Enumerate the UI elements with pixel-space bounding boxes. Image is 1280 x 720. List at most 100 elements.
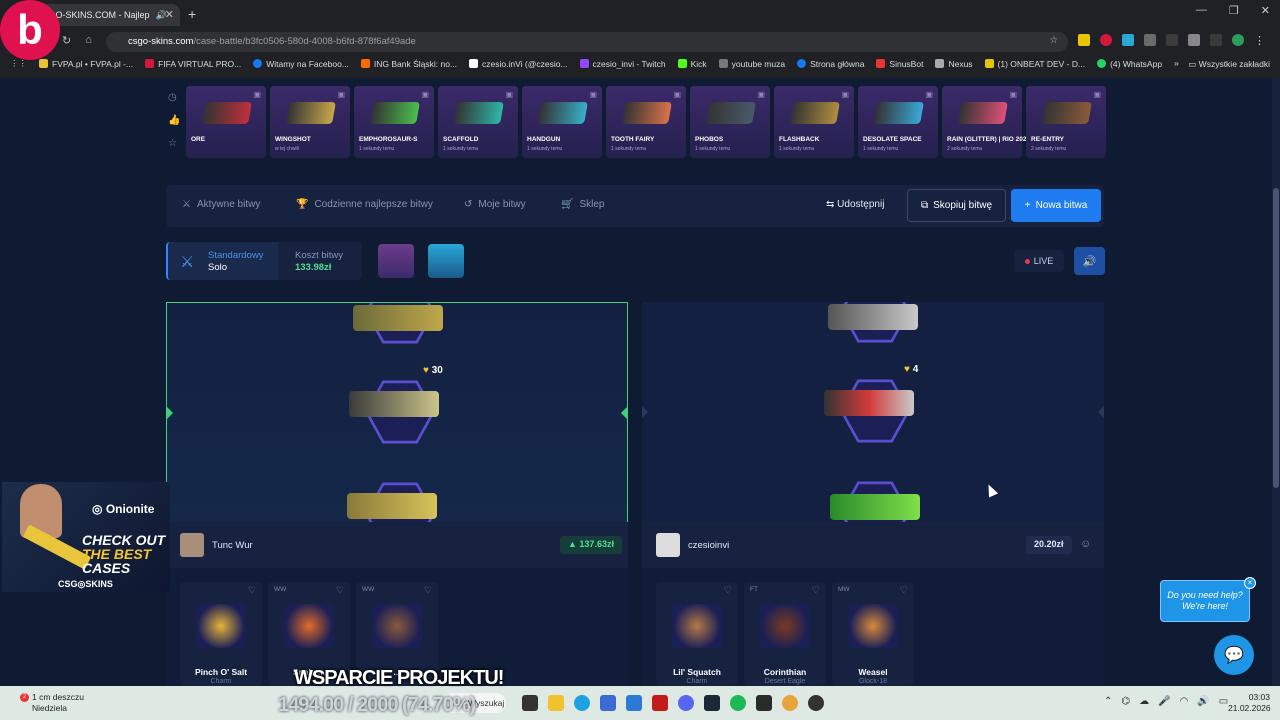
extension-icon[interactable] — [1122, 34, 1134, 46]
player-name[interactable]: czesioinvi — [688, 540, 729, 551]
favorite-icon[interactable]: ♡ — [812, 585, 820, 596]
feed-item[interactable]: ▣ RAIN (GLITTER) | RIO 2022 2 sekundy temu — [942, 86, 1030, 158]
won-item-card[interactable]: ♡ Lil' Squatch Charm — [656, 582, 738, 686]
network-icon[interactable]: ⌬ — [1121, 696, 1130, 707]
feed-item[interactable]: ▣ EMPHOROSAUR-S 1 sekundy temu — [354, 86, 434, 158]
extension-icon[interactable] — [1078, 34, 1090, 46]
star-icon[interactable]: ☆ — [168, 138, 180, 149]
feed-item[interactable]: ▣ WINGSHOT w tej chwili — [270, 86, 350, 158]
feed-item[interactable]: ▣ ORE — [186, 86, 266, 158]
close-icon[interactable]: × — [1244, 577, 1256, 589]
close-tab-icon[interactable]: ✕ — [165, 8, 174, 21]
new-tab-button[interactable]: + — [188, 6, 196, 22]
won-item-card[interactable]: MW ♡ Weasel Glock-18 — [832, 582, 914, 686]
sidebar-icon[interactable] — [1210, 34, 1222, 46]
bookmark[interactable]: ING Bank Śląski: no... — [360, 58, 457, 69]
bookmark[interactable]: (1) ONBEAT DEV - D... — [984, 58, 1085, 69]
chat-icon[interactable]: 💬 — [1214, 635, 1254, 675]
close-window-icon[interactable]: ✕ — [1261, 4, 1270, 17]
nav-shop[interactable]: 🛒 Sklep — [561, 199, 604, 210]
extension-icon[interactable] — [1144, 34, 1156, 46]
spotify-icon[interactable] — [730, 695, 746, 711]
favorite-icon[interactable]: ♡ — [900, 585, 908, 596]
clock[interactable]: 03:03 21.02.2026 — [1228, 692, 1271, 714]
bookmark[interactable]: Witamy na Faceboo... — [253, 58, 349, 69]
player-name[interactable]: Tunc Wur — [212, 540, 253, 551]
battery-icon[interactable]: ▭ — [1219, 696, 1228, 707]
mail-icon[interactable] — [626, 695, 642, 711]
microphone-icon[interactable]: 🎤 — [1158, 696, 1170, 707]
bookmark[interactable]: youtube muza — [718, 58, 785, 69]
share-button[interactable]: ⇆ Udostępnij — [826, 199, 884, 210]
nav-my-battles[interactable]: ↺ Moje bitwy — [464, 199, 526, 210]
extension-icon[interactable] — [1166, 34, 1178, 46]
won-item-card[interactable]: FT ♡ Corinthian Desert Eagle — [744, 582, 826, 686]
feed-item[interactable]: ▣ TOOTH FAIRY 1 sekundy temu — [606, 86, 686, 158]
bookmark[interactable]: czesio.inVi (@czesio... — [469, 58, 568, 69]
bookmark[interactable]: Kick — [677, 58, 707, 69]
obs-icon[interactable] — [808, 695, 824, 711]
feed-item[interactable]: ▣ HANDGUN 1 sekundy temu — [522, 86, 602, 158]
feed-item[interactable]: ▣ DESOLATE SPACE 1 sekundy temu — [858, 86, 938, 158]
bookmark[interactable]: czesio_invi - Twitch — [579, 58, 666, 69]
thumbs-up-icon[interactable]: 👍 — [168, 115, 180, 126]
skin-name: HANDGUN — [527, 136, 561, 143]
bookmark[interactable]: FVPA.pl • FVPA.pl -... — [39, 58, 133, 69]
won-item-card[interactable]: ♡ Pinch O' Salt Charm — [180, 582, 262, 686]
chevron-up-icon[interactable]: ⌃ — [1104, 696, 1112, 707]
minimize-icon[interactable]: — — [1196, 4, 1207, 17]
store-icon[interactable] — [600, 695, 616, 711]
new-battle-button[interactable]: + Nowa bitwa — [1011, 189, 1101, 222]
volume-icon[interactable]: 🔊 — [1197, 696, 1209, 707]
nav-daily-battles[interactable]: 🏆 Codzienne najlepsze bitwy — [296, 199, 433, 210]
more-bookmarks-icon[interactable]: » — [1174, 58, 1179, 69]
avatar[interactable] — [180, 533, 204, 557]
feed-item[interactable]: ▣ SCAFFOLD 1 sekundy temu — [438, 86, 518, 158]
edge-icon[interactable] — [574, 695, 590, 711]
bookmark[interactable]: FIFA VIRTUAL PRO... — [145, 58, 241, 69]
avatar[interactable] — [656, 533, 680, 557]
case-image[interactable] — [378, 244, 414, 278]
app-icon[interactable] — [652, 695, 668, 711]
puzzle-icon[interactable] — [1188, 34, 1200, 46]
address-bar[interactable]: csgo-skins.com/case-battle/b3fc0506-580d… — [106, 32, 1068, 52]
favorite-icon[interactable]: ♡ — [248, 585, 256, 596]
favorite-icon[interactable]: ♡ — [336, 585, 344, 596]
sponsor-banner[interactable]: ◎ Onionite CHECK OUT THE BEST CASES CSG◎… — [2, 482, 170, 592]
all-bookmarks[interactable]: ▭ Wszystkie zakładki — [1188, 59, 1270, 70]
clock-icon[interactable]: ◷ — [168, 92, 180, 103]
task-view-icon[interactable] — [522, 695, 538, 711]
steam-icon[interactable] — [704, 695, 720, 711]
extension-icon[interactable] — [1100, 34, 1112, 46]
case-image[interactable] — [428, 244, 464, 278]
smiley-icon[interactable]: ☺ — [1080, 538, 1091, 550]
menu-icon[interactable]: ⋮ — [1254, 34, 1265, 47]
explorer-icon[interactable] — [548, 695, 564, 711]
feed-item[interactable]: ▣ RE-ENTRY 2 sekundy temu — [1026, 86, 1106, 158]
weather-widget[interactable]: 2 1 cm deszczu Niedziela — [18, 692, 84, 714]
nav-active-battles[interactable]: ⚔ Aktywne bitwy — [182, 199, 260, 210]
chrome-icon[interactable] — [782, 695, 798, 711]
maximize-icon[interactable]: ❐ — [1229, 4, 1239, 17]
bookmark[interactable]: Strona główna — [797, 58, 864, 69]
bookmark[interactable]: Nexus — [935, 58, 973, 69]
feed-item[interactable]: ▣ PHOBOS 1 sekundy temu — [690, 86, 770, 158]
copy-battle-button[interactable]: ⧉ Skopiuj bitwę — [907, 189, 1006, 222]
terminal-icon[interactable] — [756, 695, 772, 711]
star-icon[interactable]: ☆ — [1049, 35, 1058, 46]
sound-toggle-button[interactable]: 🔊 — [1074, 247, 1105, 275]
favorite-icon[interactable]: ♡ — [424, 585, 432, 596]
wifi-icon[interactable]: ◠ — [1180, 696, 1189, 707]
bookmark[interactable]: (4) WhatsApp — [1097, 58, 1162, 69]
discord-icon[interactable] — [678, 695, 694, 711]
help-chat-bubble[interactable]: Do you need help? We're here! — [1160, 580, 1250, 622]
feed-item[interactable]: ▣ FLASHBACK 1 sekundy temu — [774, 86, 854, 158]
favorite-icon[interactable]: ♡ — [724, 585, 732, 596]
cloud-icon[interactable]: ☁ — [1139, 696, 1149, 707]
home-icon[interactable]: ⌂ — [85, 34, 92, 47]
scrollbar[interactable] — [1272, 78, 1280, 686]
profile-avatar[interactable] — [1232, 34, 1244, 46]
bookmark[interactable]: SinusBot — [876, 58, 923, 69]
reload-icon[interactable]: ↻ — [62, 34, 71, 47]
scrollbar-thumb[interactable] — [1273, 188, 1279, 488]
